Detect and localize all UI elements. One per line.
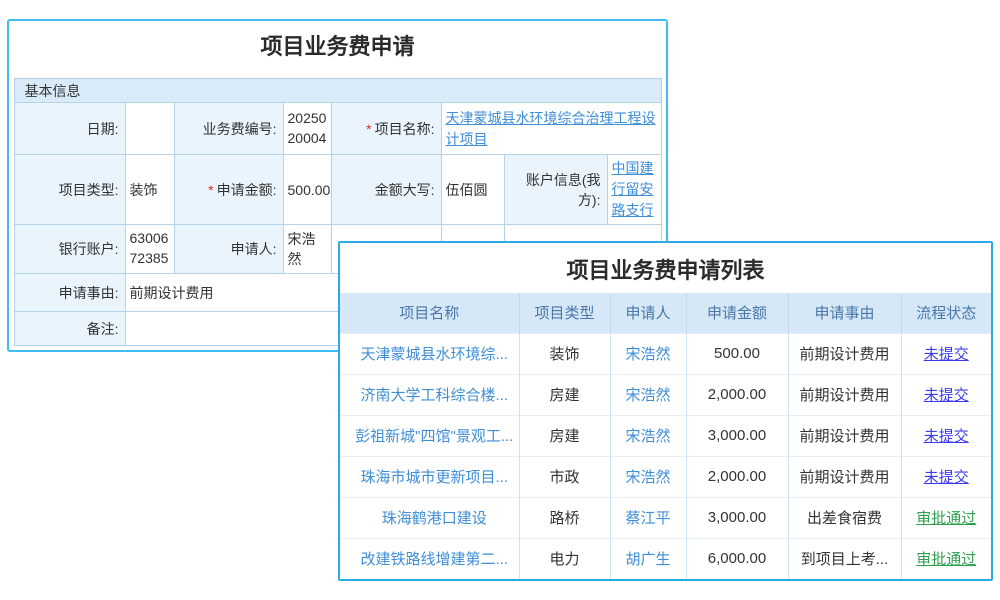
reason-cell: 前期设计费用 — [788, 456, 901, 497]
amount-cell: 3,000.00 — [686, 415, 788, 456]
status-link[interactable]: 审批通过 — [916, 551, 976, 568]
reason-cell: 前期设计费用 — [788, 415, 901, 456]
col-header-amount: 申请金额 — [686, 293, 788, 333]
status-link[interactable]: 未提交 — [924, 469, 969, 486]
applicant-link[interactable]: 宋浩然 — [625, 346, 670, 363]
fee-no-value: 2025020004 — [283, 103, 331, 155]
reason-cell: 前期设计费用 — [788, 374, 901, 415]
project-name-cell: 珠海市城市更新项目... — [340, 456, 519, 497]
amount-label: *申请金额: — [174, 155, 283, 225]
section-basic-info: 基本信息 — [14, 79, 661, 103]
status-cell: 审批通过 — [901, 538, 991, 579]
applicant-value: 宋浩然 — [283, 225, 331, 274]
section-header-row: 基本信息 — [14, 79, 661, 103]
bank-account-label: 银行账户: — [14, 225, 125, 274]
project-link[interactable]: 济南大学工科综合楼... — [360, 387, 508, 404]
reason-cell: 出差食宿费 — [788, 497, 901, 538]
form-row-1: 日期: 业务费编号: 2025020004 *项目名称: 天津蒙城县水环境综合治… — [14, 103, 661, 155]
applicant-link[interactable]: 胡广生 — [625, 551, 670, 568]
project-type-cell: 电力 — [519, 538, 610, 579]
applicant-label: 申请人: — [174, 225, 283, 274]
col-header-applicant: 申请人 — [610, 293, 686, 333]
required-asterisk: * — [208, 182, 213, 198]
reason-cell: 前期设计费用 — [788, 333, 901, 374]
project-type-value: 装饰 — [125, 155, 174, 225]
form-row-2: 项目类型: 装饰 *申请金额: 500.00 金额大写: 伍佰圆 账户信息(我方… — [14, 155, 661, 225]
project-type-cell: 装饰 — [519, 333, 610, 374]
project-name-cell: 天津蒙城县水环境综合治理工程设计项目 — [441, 103, 661, 155]
applicant-cell: 宋浩然 — [610, 415, 686, 456]
required-asterisk: * — [366, 121, 371, 137]
project-link[interactable]: 珠海鹤港口建设 — [382, 510, 487, 527]
reason-cell: 到项目上考... — [788, 538, 901, 579]
project-name-cell: 改建铁路线增建第二... — [340, 538, 519, 579]
application-list-table: 项目名称 项目类型 申请人 申请金额 申请事由 流程状态 天津蒙城县水环境综..… — [340, 293, 991, 579]
remark-label: 备注: — [14, 312, 125, 346]
table-row: 天津蒙城县水环境综... 装饰 宋浩然 500.00 前期设计费用 未提交 — [340, 333, 991, 374]
amount-caps-label: 金额大写: — [331, 155, 441, 225]
amount-cell: 3,000.00 — [686, 497, 788, 538]
date-value — [125, 103, 174, 155]
status-cell: 审批通过 — [901, 497, 991, 538]
status-link[interactable]: 审批通过 — [916, 510, 976, 527]
fee-no-label: 业务费编号: — [174, 103, 283, 155]
project-link[interactable]: 彭祖新城"四馆"景观工... — [355, 428, 513, 445]
applicant-cell: 宋浩然 — [610, 456, 686, 497]
list-title: 项目业务费申请列表 — [340, 243, 991, 293]
project-link[interactable]: 改建铁路线增建第二... — [360, 551, 508, 568]
form-title: 项目业务费申请 — [9, 21, 666, 54]
account-info-link[interactable]: 中国建行留安路支行 — [612, 160, 654, 218]
status-cell: 未提交 — [901, 374, 991, 415]
project-type-label: 项目类型: — [14, 155, 125, 225]
applicant-link[interactable]: 蔡江平 — [625, 510, 670, 527]
applicant-cell: 蔡江平 — [610, 497, 686, 538]
project-type-cell: 房建 — [519, 374, 610, 415]
status-link[interactable]: 未提交 — [924, 346, 969, 363]
amount-cell: 2,000.00 — [686, 374, 788, 415]
amount-cell: 500.00 — [686, 333, 788, 374]
status-cell: 未提交 — [901, 333, 991, 374]
table-row: 珠海市城市更新项目... 市政 宋浩然 2,000.00 前期设计费用 未提交 — [340, 456, 991, 497]
applicant-cell: 胡广生 — [610, 538, 686, 579]
status-cell: 未提交 — [901, 456, 991, 497]
project-type-cell: 房建 — [519, 415, 610, 456]
table-row: 济南大学工科综合楼... 房建 宋浩然 2,000.00 前期设计费用 未提交 — [340, 374, 991, 415]
project-type-cell: 市政 — [519, 456, 610, 497]
amount-cell: 6,000.00 — [686, 538, 788, 579]
amount-cell: 2,000.00 — [686, 456, 788, 497]
applicant-link[interactable]: 宋浩然 — [625, 428, 670, 445]
business-fee-application-list: 项目业务费申请列表 项目名称 项目类型 申请人 申请金额 申请事由 流程状态 天… — [338, 241, 993, 581]
table-row: 珠海鹤港口建设 路桥 蔡江平 3,000.00 出差食宿费 审批通过 — [340, 497, 991, 538]
col-header-reason: 申请事由 — [788, 293, 901, 333]
account-info-label: 账户信息(我方): — [504, 155, 607, 225]
status-link[interactable]: 未提交 — [924, 428, 969, 445]
date-label: 日期: — [14, 103, 125, 155]
project-name-cell: 彭祖新城"四馆"景观工... — [340, 415, 519, 456]
applicant-cell: 宋浩然 — [610, 374, 686, 415]
table-row: 改建铁路线增建第二... 电力 胡广生 6,000.00 到项目上考... 审批… — [340, 538, 991, 579]
applicant-cell: 宋浩然 — [610, 333, 686, 374]
project-type-cell: 路桥 — [519, 497, 610, 538]
table-row: 彭祖新城"四馆"景观工... 房建 宋浩然 3,000.00 前期设计费用 未提… — [340, 415, 991, 456]
amount-caps-value: 伍佰圆 — [441, 155, 504, 225]
bank-account-value: 6300672385 — [125, 225, 174, 274]
project-name-link[interactable]: 天津蒙城县水环境综合治理工程设计项目 — [446, 110, 656, 147]
col-header-project-name: 项目名称 — [340, 293, 519, 333]
project-name-label: *项目名称: — [331, 103, 441, 155]
reason-label: 申请事由: — [14, 274, 125, 312]
project-name-cell: 济南大学工科综合楼... — [340, 374, 519, 415]
project-name-cell: 珠海鹤港口建设 — [340, 497, 519, 538]
col-header-project-type: 项目类型 — [519, 293, 610, 333]
list-header-row: 项目名称 项目类型 申请人 申请金额 申请事由 流程状态 — [340, 293, 991, 333]
col-header-status: 流程状态 — [901, 293, 991, 333]
amount-value: 500.00 — [283, 155, 331, 225]
project-name-cell: 天津蒙城县水环境综... — [340, 333, 519, 374]
applicant-link[interactable]: 宋浩然 — [625, 387, 670, 404]
status-cell: 未提交 — [901, 415, 991, 456]
status-link[interactable]: 未提交 — [924, 387, 969, 404]
project-link[interactable]: 天津蒙城县水环境综... — [360, 346, 508, 363]
applicant-link[interactable]: 宋浩然 — [625, 469, 670, 486]
project-link[interactable]: 珠海市城市更新项目... — [360, 469, 508, 486]
account-info-cell: 中国建行留安路支行 — [607, 155, 661, 225]
